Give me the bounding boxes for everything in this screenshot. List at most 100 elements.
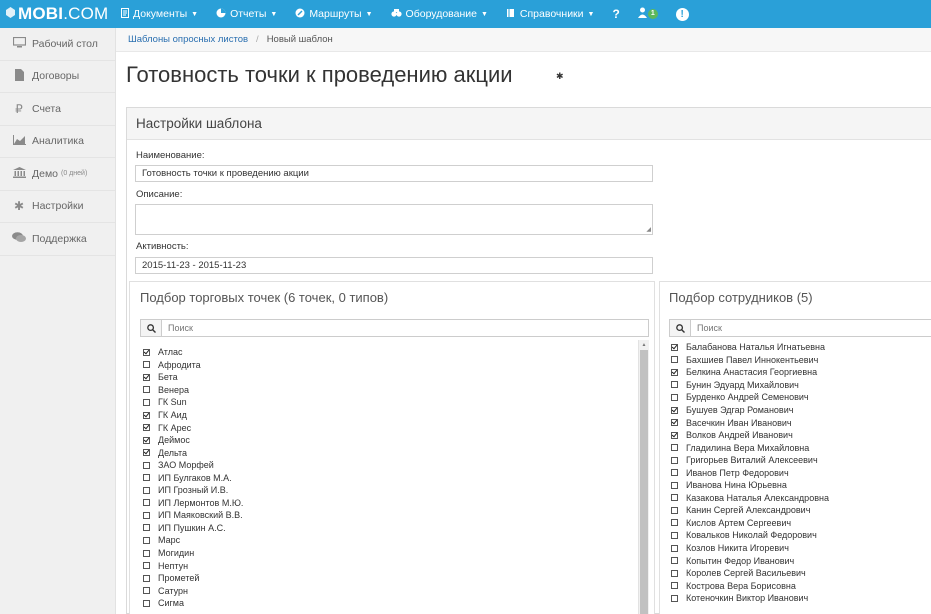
checkbox[interactable] <box>143 348 150 356</box>
activity-date-range-field[interactable]: 2015-11-23 - 2015-11-23 <box>135 257 653 274</box>
description-field[interactable]: ◢ <box>135 204 653 235</box>
list-item[interactable]: Кислов Артем Сергеевич <box>671 517 931 530</box>
sidebar-item-invoices[interactable]: ₽ Счета <box>0 93 115 126</box>
checkbox[interactable] <box>143 386 150 394</box>
sidebar-item-settings[interactable]: ✱ Настройки <box>0 191 115 223</box>
list-item[interactable]: Деймос <box>143 434 633 447</box>
list-item[interactable]: Козлов Никита Игоревич <box>671 542 931 555</box>
list-item[interactable]: Григорьев Виталий Алексеевич <box>671 454 931 467</box>
sidebar-item-contracts[interactable]: Договоры <box>0 61 115 93</box>
list-item[interactable]: Бахшиев Павел Иннокентьевич <box>671 354 931 367</box>
list-item[interactable]: Прометей <box>143 572 633 585</box>
help-button[interactable]: ? <box>603 0 628 28</box>
list-item[interactable]: Бушуев Эдгар Романович <box>671 404 931 417</box>
breadcrumb-link-templates[interactable]: Шаблоны опросных листов <box>128 34 248 45</box>
checkbox[interactable] <box>671 343 678 351</box>
sidebar-item-analytics[interactable]: Аналитика <box>0 126 115 158</box>
checkbox[interactable] <box>671 469 678 477</box>
name-field[interactable]: Готовность точки к проведению акции <box>135 165 653 182</box>
gear-icon[interactable]: ✱ <box>556 71 564 82</box>
checkbox[interactable] <box>671 393 678 401</box>
checkbox[interactable] <box>671 444 678 452</box>
list-item[interactable]: Ковальков Николай Федорович <box>671 529 931 542</box>
checkbox[interactable] <box>671 582 678 590</box>
list-item[interactable]: Белкина Анастасия Георгиевна <box>671 366 931 379</box>
list-item[interactable]: ИП Пушкин А.С. <box>143 522 633 535</box>
list-item[interactable]: ЗАО Морфей <box>143 459 633 472</box>
search-button[interactable] <box>670 320 691 336</box>
nav-equipment[interactable]: Оборудование ▼ <box>382 0 497 28</box>
alerts-button[interactable]: ! <box>667 0 698 28</box>
list-item[interactable]: Могидин <box>143 547 633 560</box>
list-item[interactable]: ГК Sun <box>143 396 633 409</box>
nav-documents[interactable]: Документы ▼ <box>112 0 207 28</box>
brand-logo[interactable]: MOBI .COM <box>0 4 112 24</box>
checkbox[interactable] <box>143 511 150 519</box>
list-item[interactable]: Иванова Нина Юрьевна <box>671 479 931 492</box>
list-item[interactable]: Марс <box>143 534 633 547</box>
list-item[interactable]: Волков Андрей Иванович <box>671 429 931 442</box>
checkbox[interactable] <box>143 587 150 595</box>
list-item[interactable]: Васечкин Иван Иванович <box>671 416 931 429</box>
checkbox[interactable] <box>143 436 150 444</box>
checkbox[interactable] <box>671 506 678 514</box>
list-item[interactable]: Кострова Вера Борисовна <box>671 579 931 592</box>
list-item[interactable]: ГК Аид <box>143 409 633 422</box>
list-item[interactable]: Иванов Петр Федорович <box>671 466 931 479</box>
list-item[interactable]: ГК Арес <box>143 421 633 434</box>
checkbox[interactable] <box>143 499 150 507</box>
checkbox[interactable] <box>143 361 150 369</box>
list-item[interactable]: Котеночкин Виктор Иванович <box>671 592 931 605</box>
list-item[interactable]: ИП Маяковский В.В. <box>143 509 633 522</box>
checkbox[interactable] <box>143 424 150 432</box>
sidebar-item-support[interactable]: Поддержка <box>0 223 115 256</box>
employees-search-input[interactable] <box>691 320 931 336</box>
list-item[interactable]: Сатурн <box>143 584 633 597</box>
nav-routes[interactable]: Маршруты ▼ <box>286 0 381 28</box>
checkbox[interactable] <box>143 524 150 532</box>
outlets-search-input[interactable] <box>162 320 648 336</box>
list-item[interactable]: Атлас <box>143 346 633 359</box>
checkbox[interactable] <box>671 519 678 527</box>
checkbox[interactable] <box>143 411 150 419</box>
checkbox[interactable] <box>671 431 678 439</box>
list-item[interactable]: Афродита <box>143 359 633 372</box>
list-item[interactable]: Венера <box>143 384 633 397</box>
outlets-scrollbar[interactable]: ▲ <box>638 340 649 614</box>
checkbox[interactable] <box>671 544 678 552</box>
sidebar-item-desktop[interactable]: Рабочий стол <box>0 28 115 61</box>
list-item[interactable]: Сигма <box>143 597 633 610</box>
list-item[interactable]: Бурденко Андрей Семенович <box>671 391 931 404</box>
checkbox[interactable] <box>143 599 150 607</box>
search-button[interactable] <box>141 320 162 336</box>
list-item[interactable]: Бета <box>143 371 633 384</box>
checkbox[interactable] <box>143 549 150 557</box>
list-item[interactable]: Канин Сергей Александрович <box>671 504 931 517</box>
checkbox[interactable] <box>143 461 150 469</box>
list-item[interactable]: ИП Лермонтов М.Ю. <box>143 497 633 510</box>
list-item[interactable]: Королев Сергей Васильевич <box>671 567 931 580</box>
checkbox[interactable] <box>143 536 150 544</box>
list-item[interactable]: Нептун <box>143 559 633 572</box>
checkbox[interactable] <box>143 373 150 381</box>
resize-grip-icon[interactable]: ◢ <box>646 227 651 233</box>
checkbox[interactable] <box>671 531 678 539</box>
list-item[interactable]: Бунин Эдуард Михайлович <box>671 379 931 392</box>
checkbox[interactable] <box>671 494 678 502</box>
checkbox[interactable] <box>143 562 150 570</box>
list-item[interactable]: ИП Грозный И.В. <box>143 484 633 497</box>
list-item[interactable]: Копытин Федор Иванович <box>671 554 931 567</box>
checkbox[interactable] <box>671 569 678 577</box>
checkbox[interactable] <box>143 486 150 494</box>
checkbox[interactable] <box>671 456 678 464</box>
nav-directories[interactable]: Справочники ▼ <box>497 0 604 28</box>
scroll-up-icon[interactable]: ▲ <box>639 342 649 349</box>
checkbox[interactable] <box>143 474 150 482</box>
checkbox[interactable] <box>671 381 678 389</box>
list-item[interactable]: ИП Булгаков М.А. <box>143 471 633 484</box>
list-item[interactable]: Казакова Наталья Александровна <box>671 492 931 505</box>
checkbox[interactable] <box>143 574 150 582</box>
scrollbar-thumb[interactable] <box>640 350 648 614</box>
checkbox[interactable] <box>671 406 678 414</box>
sidebar-item-demo[interactable]: Демо (0 дней) <box>0 158 115 191</box>
